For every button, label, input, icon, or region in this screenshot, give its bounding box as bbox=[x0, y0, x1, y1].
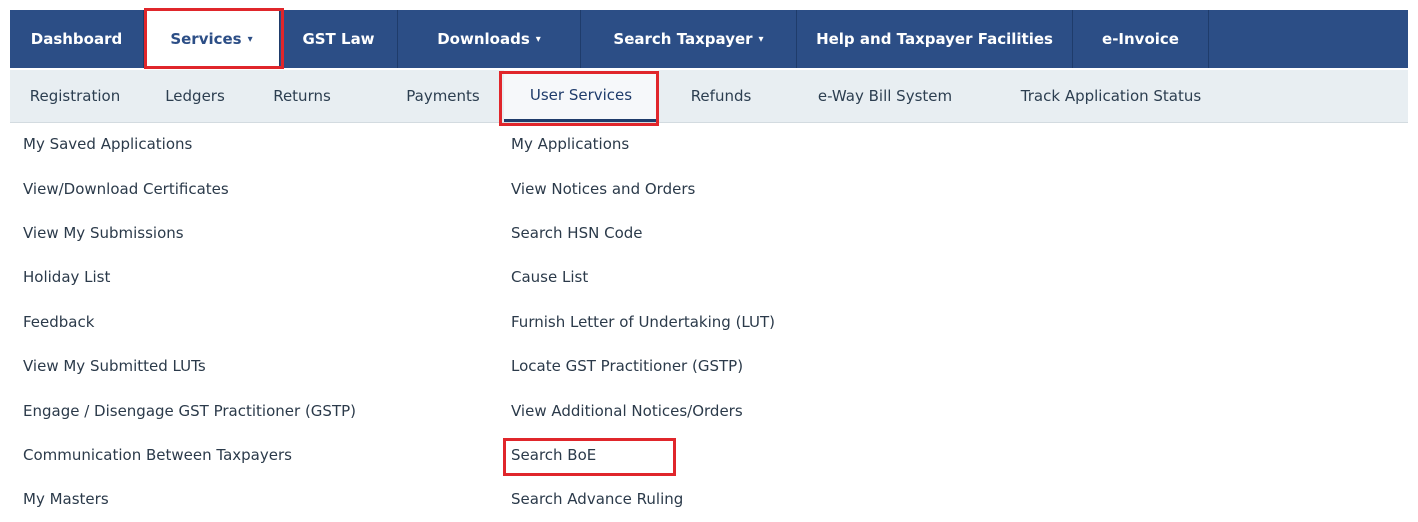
nav-gst-law[interactable]: GST Law bbox=[280, 10, 398, 68]
nav-help-label: Help and Taxpayer Facilities bbox=[816, 30, 1053, 48]
nav-downloads[interactable]: Downloads ▾ bbox=[398, 10, 581, 68]
chevron-down-icon: ▾ bbox=[535, 33, 541, 45]
subnav-ledgers-label: Ledgers bbox=[165, 87, 225, 105]
top-navigation-inner: Dashboard Services ▾ GST Law Downloads ▾… bbox=[10, 10, 1408, 68]
subnav-returns-label: Returns bbox=[273, 87, 331, 105]
menu-item-my-masters[interactable]: My Masters bbox=[23, 477, 356, 521]
menu-item-view-my-submitted-luts[interactable]: View My Submitted LUTs bbox=[23, 344, 356, 388]
nav-search-taxpayer-label: Search Taxpayer bbox=[613, 30, 753, 48]
menu-item-furnish-lut[interactable]: Furnish Letter of Undertaking (LUT) bbox=[511, 300, 775, 344]
nav-e-invoice-label: e-Invoice bbox=[1102, 30, 1179, 48]
subnav-payments-label: Payments bbox=[406, 87, 480, 105]
sub-navigation-bar: Registration Ledgers Returns Payments Us… bbox=[10, 70, 1408, 123]
chevron-down-icon: ▾ bbox=[758, 33, 764, 45]
menu-item-my-saved-applications[interactable]: My Saved Applications bbox=[23, 122, 356, 166]
nav-dashboard[interactable]: Dashboard bbox=[10, 10, 144, 68]
nav-services-label: Services bbox=[170, 30, 242, 48]
nav-search-taxpayer[interactable]: Search Taxpayer ▾ bbox=[581, 10, 797, 68]
menu-item-search-boe[interactable]: Search BoE bbox=[511, 433, 775, 477]
subnav-track-application-status[interactable]: Track Application Status bbox=[986, 70, 1236, 122]
menu-item-locate-gstp[interactable]: Locate GST Practitioner (GSTP) bbox=[511, 344, 775, 388]
menu-item-cause-list[interactable]: Cause List bbox=[511, 255, 775, 299]
nav-e-invoice[interactable]: e-Invoice bbox=[1073, 10, 1209, 68]
chevron-down-icon: ▾ bbox=[247, 33, 253, 45]
nav-gst-law-label: GST Law bbox=[302, 30, 375, 48]
menu-item-feedback[interactable]: Feedback bbox=[23, 300, 356, 344]
subnav-registration-label: Registration bbox=[29, 87, 121, 105]
menu-item-view-additional-notices-orders[interactable]: View Additional Notices/Orders bbox=[511, 388, 775, 432]
menu-item-view-notices-and-orders[interactable]: View Notices and Orders bbox=[511, 166, 775, 210]
subnav-e-way-bill-label: e-Way Bill System bbox=[817, 87, 953, 105]
nav-services[interactable]: Services ▾ bbox=[144, 10, 280, 68]
menu-item-my-applications[interactable]: My Applications bbox=[511, 122, 775, 166]
menu-item-search-advance-ruling[interactable]: Search Advance Ruling bbox=[511, 477, 775, 521]
subnav-registration[interactable]: Registration bbox=[10, 70, 140, 122]
subnav-e-way-bill-system[interactable]: e-Way Bill System bbox=[790, 70, 980, 122]
menu-item-holiday-list[interactable]: Holiday List bbox=[23, 255, 356, 299]
subnav-refunds-label: Refunds bbox=[690, 87, 752, 105]
nav-dashboard-label: Dashboard bbox=[30, 30, 123, 48]
menu-item-search-hsn-code[interactable]: Search HSN Code bbox=[511, 211, 775, 255]
menu-item-communication-between-taxpayers[interactable]: Communication Between Taxpayers bbox=[23, 433, 356, 477]
subnav-ledgers[interactable]: Ledgers bbox=[144, 70, 246, 122]
subnav-payments[interactable]: Payments bbox=[380, 70, 506, 122]
menu-item-view-my-submissions[interactable]: View My Submissions bbox=[23, 211, 356, 255]
top-navigation-bar: Dashboard Services ▾ GST Law Downloads ▾… bbox=[0, 0, 1418, 70]
nav-downloads-label: Downloads bbox=[437, 30, 530, 48]
nav-help-taxpayer-facilities[interactable]: Help and Taxpayer Facilities bbox=[797, 10, 1073, 68]
subnav-user-services-label: User Services bbox=[529, 85, 633, 104]
subnav-track-label: Track Application Status bbox=[1020, 87, 1202, 105]
subnav-returns[interactable]: Returns bbox=[246, 70, 358, 122]
menu-item-view-download-certificates[interactable]: View/Download Certificates bbox=[23, 166, 356, 210]
menu-left-column: My Saved Applications View/Download Cert… bbox=[23, 122, 356, 522]
menu-item-engage-disengage-gstp[interactable]: Engage / Disengage GST Practitioner (GST… bbox=[23, 388, 356, 432]
subnav-refunds[interactable]: Refunds bbox=[668, 70, 774, 122]
subnav-user-services[interactable]: User Services bbox=[504, 70, 658, 122]
menu-right-column: My Applications View Notices and Orders … bbox=[511, 122, 775, 522]
